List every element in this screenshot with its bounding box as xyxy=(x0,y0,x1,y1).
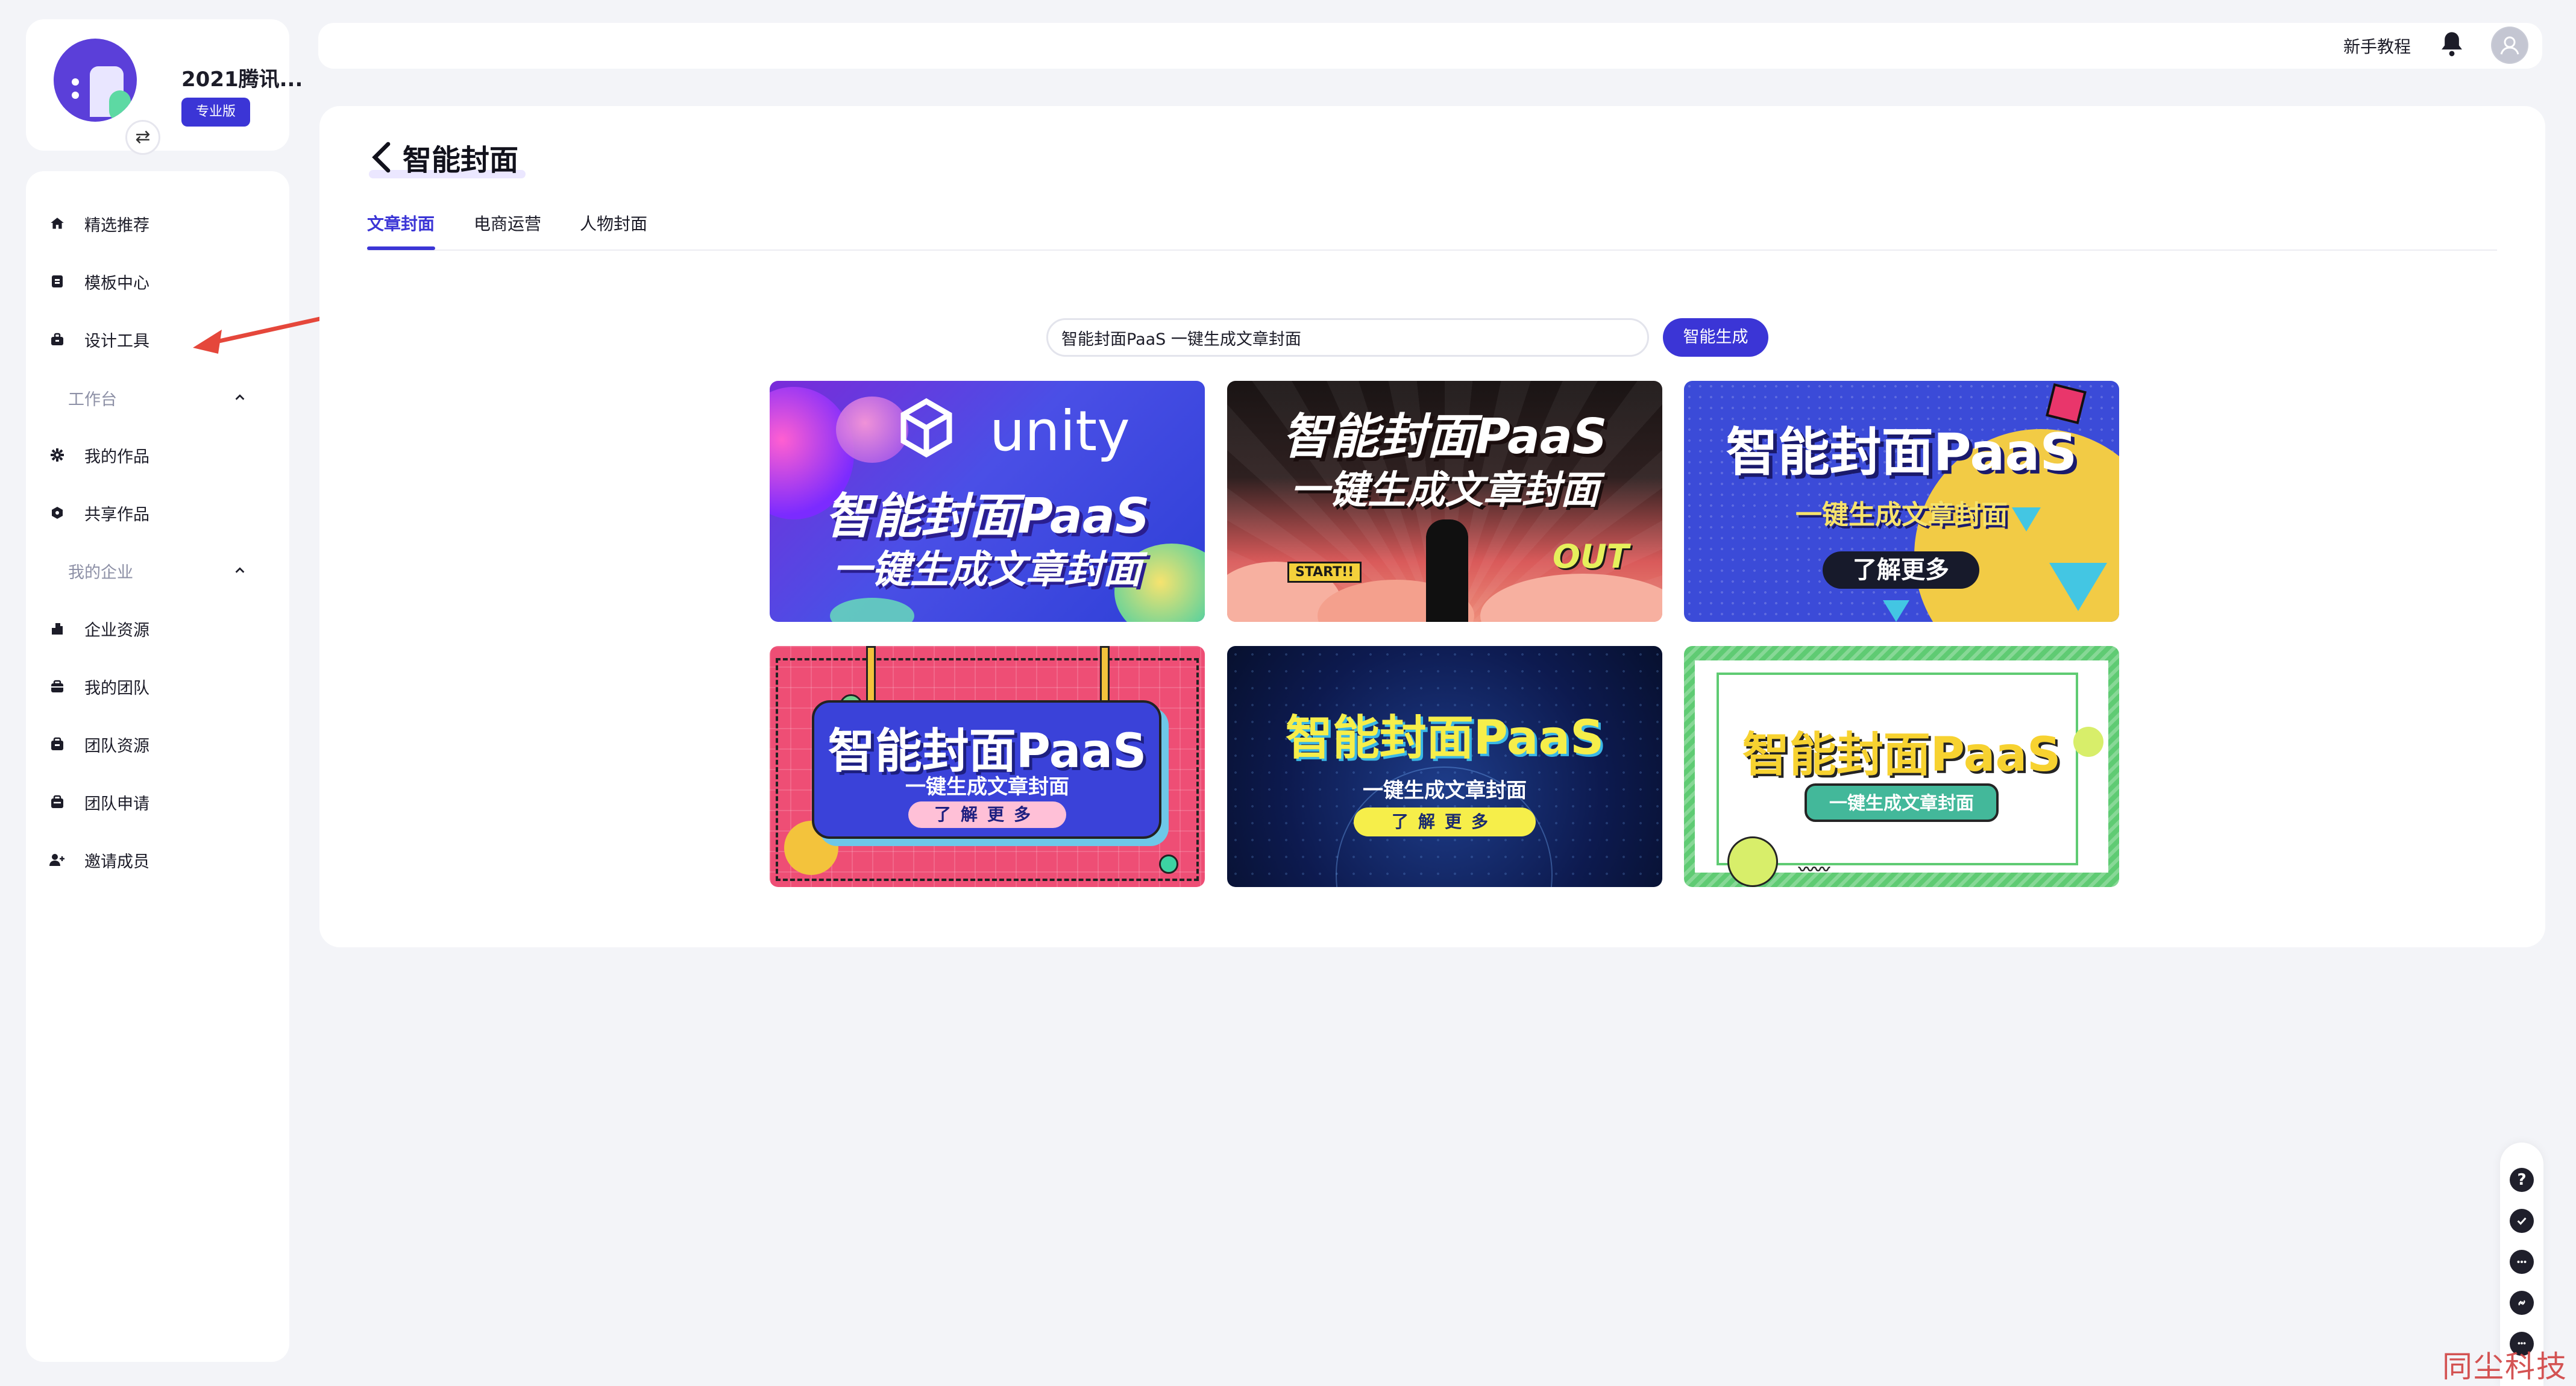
cover-title: 智能封面PaaS xyxy=(1726,422,2078,483)
bell-icon[interactable] xyxy=(2439,30,2464,57)
switch-org-icon[interactable]: ⇄ xyxy=(125,120,160,155)
search-input[interactable] xyxy=(1046,318,1649,357)
sidebar-item-label: 我的团队 xyxy=(84,679,149,698)
sidebar-item-label: 设计工具 xyxy=(84,331,149,351)
org-logo xyxy=(54,39,137,122)
sidebar-item-label: 团队申请 xyxy=(84,794,149,814)
check-icon[interactable] xyxy=(2510,1209,2534,1233)
tab-portrait-cover[interactable]: 人物封面 xyxy=(580,211,647,235)
unity-logo-icon xyxy=(900,398,952,458)
cover-card[interactable]: 智能封面PaaS 一键生成文章封面 了解更多 xyxy=(770,646,1205,887)
cover-card[interactable]: 智能封面PaaS 一键生成文章封面 了解更多 xyxy=(1684,381,2119,622)
cover-subtitle: 一键生成文章封面 xyxy=(905,775,1069,799)
template-icon xyxy=(48,272,66,290)
cover-cta: 一键生成文章封面 xyxy=(1805,783,1999,822)
cover-subtitle: 一键生成文章封面 xyxy=(1795,500,2008,530)
cover-title: 智能封面PaaS xyxy=(825,488,1150,544)
help-icon[interactable]: ? xyxy=(2510,1168,2534,1192)
building-icon xyxy=(48,619,66,638)
sidebar-item-label: 邀请成员 xyxy=(84,852,149,871)
sidebar-item-label: 我的作品 xyxy=(84,447,149,466)
team-icon xyxy=(48,677,66,695)
cover-sign: START!! xyxy=(1287,562,1362,583)
add-user-icon xyxy=(48,851,66,869)
sidebar-item-templates[interactable]: 模板中心 xyxy=(48,263,149,299)
sidebar-item-label: 共享作品 xyxy=(84,505,149,524)
sidebar-group-label: 工作台 xyxy=(68,390,117,409)
cover-subtitle: 一键生成文章封面 xyxy=(1290,468,1599,513)
tab-divider xyxy=(367,249,2497,251)
sidebar-item-label: 团队资源 xyxy=(84,736,149,756)
top-bar xyxy=(318,23,2542,69)
active-tab-indicator xyxy=(367,246,435,250)
cover-subtitle: 一键生成文章封面 xyxy=(1363,779,1527,803)
message-icon[interactable] xyxy=(2510,1250,2534,1274)
cover-brand: unity xyxy=(990,399,1130,463)
chevron-up-icon xyxy=(231,562,249,580)
sidebar-item-design-tools[interactable]: 设计工具 xyxy=(48,321,149,357)
avatar[interactable] xyxy=(2491,27,2528,64)
tutorial-link[interactable]: 新手教程 xyxy=(2343,34,2411,58)
sidebar-item-enterprise-resources[interactable]: 企业资源 xyxy=(48,610,149,647)
share-icon xyxy=(48,504,66,522)
org-name: 2021腾讯... xyxy=(181,67,303,92)
sidebar-item-label: 企业资源 xyxy=(84,621,149,640)
cover-card[interactable]: unity 智能封面PaaS 一键生成文章封面 xyxy=(770,381,1205,622)
page-title: 智能封面 xyxy=(403,143,519,177)
sidebar-item-label: 精选推荐 xyxy=(84,216,149,235)
sidebar-group-label: 我的企业 xyxy=(68,563,133,582)
user-icon xyxy=(2492,28,2527,63)
cover-figure xyxy=(1426,519,1468,622)
inbox-icon xyxy=(48,793,66,811)
sidebar-item-featured[interactable]: 精选推荐 xyxy=(48,205,149,242)
sidebar-item-label: 模板中心 xyxy=(84,274,149,293)
plan-badge: 专业版 xyxy=(181,98,251,127)
sidebar-item-invite-members[interactable]: 邀请成员 xyxy=(48,842,149,878)
sidebar-group-workbench[interactable]: 工作台 xyxy=(68,381,249,415)
cover-cta: 了解更多 xyxy=(908,801,1066,828)
cover-tag: OUT xyxy=(1553,538,1629,575)
cover-cta: 了解更多 xyxy=(1354,807,1536,836)
cover-card[interactable]: START!! OUT 智能封面PaaS 一键生成文章封面 xyxy=(1227,381,1662,622)
sidebar-item-my-team[interactable]: 我的团队 xyxy=(48,668,149,704)
watermark: 同尘科技 xyxy=(2442,1349,2568,1384)
sidebar-item-my-works[interactable]: 我的作品 xyxy=(48,437,149,473)
cover-card[interactable]: 智能封面PaaS 一键生成文章封面 了解更多 xyxy=(1227,646,1662,887)
sidebar-item-shared-works[interactable]: 共享作品 xyxy=(48,495,149,531)
cover-card[interactable]: 〰〰 智能封面PaaS 一键生成文章封面 xyxy=(1684,646,2119,887)
sidebar-item-team-resources[interactable]: 团队资源 xyxy=(48,726,149,762)
sidebar-item-team-requests[interactable]: 团队申请 xyxy=(48,784,149,820)
cover-cta: 了解更多 xyxy=(1823,551,1979,589)
cover-title: 智能封面PaaS xyxy=(1285,711,1604,765)
home-icon xyxy=(48,215,66,233)
cover-subtitle: 一键生成文章封面 xyxy=(833,548,1142,592)
gear-icon xyxy=(48,446,66,464)
tab-ecommerce[interactable]: 电商运营 xyxy=(474,211,541,235)
tab-article-cover[interactable]: 文章封面 xyxy=(367,211,435,235)
folder-icon xyxy=(48,735,66,753)
wave-decoration: 〰〰 xyxy=(1798,861,1830,879)
link-icon[interactable] xyxy=(2510,1291,2534,1315)
org-card[interactable]: ⇄ 2021腾讯... 专业版 xyxy=(26,19,303,155)
chevron-up-icon xyxy=(231,389,249,407)
cover-title: 智能封面PaaS xyxy=(1742,728,2061,782)
cover-title: 智能封面PaaS xyxy=(1282,409,1607,465)
toolbox-icon xyxy=(48,330,66,348)
generate-button[interactable]: 智能生成 xyxy=(1663,318,1768,357)
sidebar-group-enterprise[interactable]: 我的企业 xyxy=(68,554,249,588)
back-arrow-icon[interactable] xyxy=(369,140,395,174)
